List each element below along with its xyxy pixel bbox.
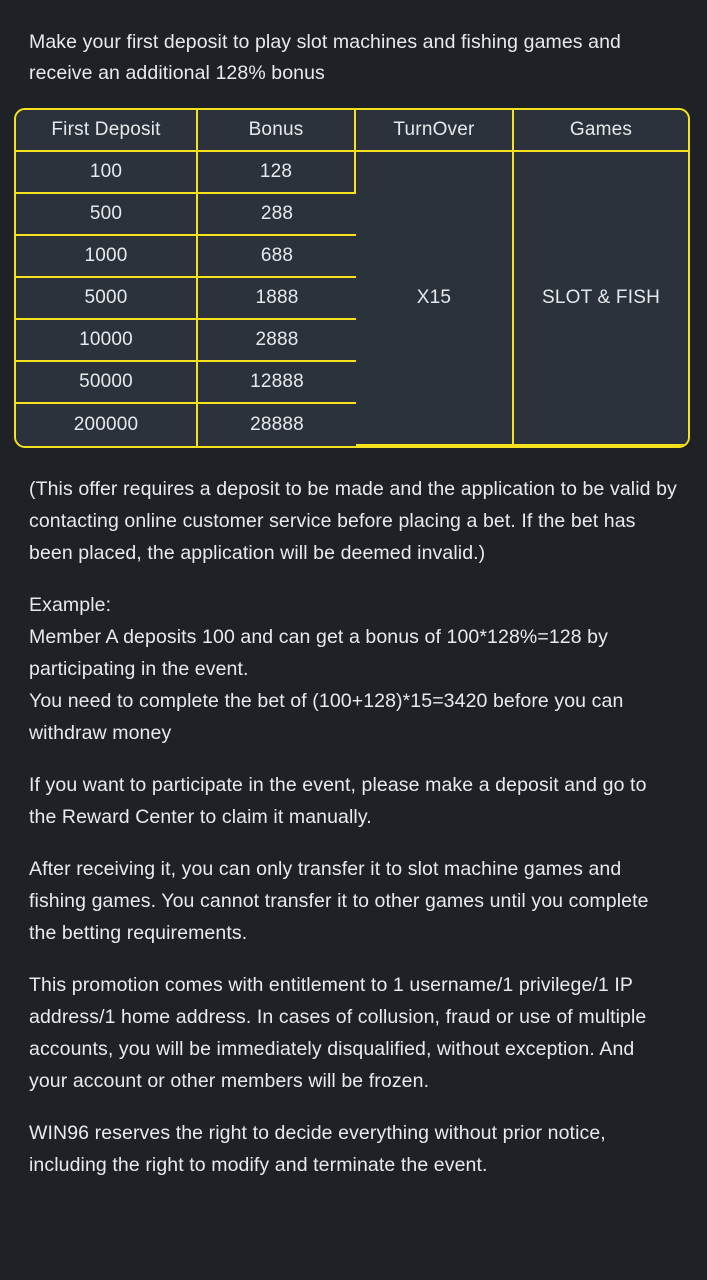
bonus-table-container: First Deposit Bonus TurnOver Games 100 1…	[14, 108, 690, 448]
cell-bonus: 128	[198, 152, 356, 194]
paragraph-example-label: Example:	[29, 594, 112, 616]
cell-games-value: SLOT & FISH	[514, 152, 688, 446]
cell-bonus: 2888	[198, 320, 356, 362]
cell-turnover-value: X15	[356, 152, 514, 446]
promotion-intro-text: Make your first deposit to play slot mac…	[29, 31, 622, 84]
paragraph-example-line-2: You need to complete the bet of (100+128…	[29, 690, 629, 744]
promotion-page: Make your first deposit to play slot mac…	[0, 0, 707, 1280]
cell-bonus: 1888	[198, 278, 356, 320]
paragraph-participate: If you want to participate in the event,…	[29, 774, 653, 828]
paragraph-transfer-rules: After receiving it, you can only transfe…	[29, 858, 655, 944]
cell-first-deposit: 500	[16, 194, 198, 236]
terms-body: (This offer requires a deposit to be mad…	[0, 473, 707, 1181]
column-header-turnover: TurnOver	[356, 110, 514, 152]
cell-first-deposit: 100	[16, 152, 198, 194]
cell-first-deposit: 10000	[16, 320, 198, 362]
cell-bonus: 28888	[198, 404, 356, 446]
cell-bonus: 288	[198, 194, 356, 236]
paragraph-rights-reserved: WIN96 reserves the right to decide every…	[29, 1122, 612, 1176]
cell-first-deposit: 200000	[16, 404, 198, 446]
cell-bonus: 12888	[198, 362, 356, 404]
column-header-bonus: Bonus	[198, 110, 356, 152]
bonus-table: First Deposit Bonus TurnOver Games 100 1…	[14, 108, 690, 448]
cell-bonus: 688	[198, 236, 356, 278]
table-header-row: First Deposit Bonus TurnOver Games	[16, 110, 688, 152]
column-header-first-deposit: First Deposit	[16, 110, 198, 152]
column-header-games: Games	[514, 110, 688, 152]
paragraph-disclaimer: (This offer requires a deposit to be mad…	[29, 478, 683, 564]
cell-first-deposit: 5000	[16, 278, 198, 320]
paragraph-entitlement: This promotion comes with entitlement to…	[29, 974, 652, 1092]
cell-first-deposit: 50000	[16, 362, 198, 404]
table-row: 100 128 X15 SLOT & FISH	[16, 152, 688, 446]
cell-first-deposit: 1000	[16, 236, 198, 278]
paragraph-example-line-1: Member A deposits 100 and can get a bonu…	[29, 626, 614, 680]
